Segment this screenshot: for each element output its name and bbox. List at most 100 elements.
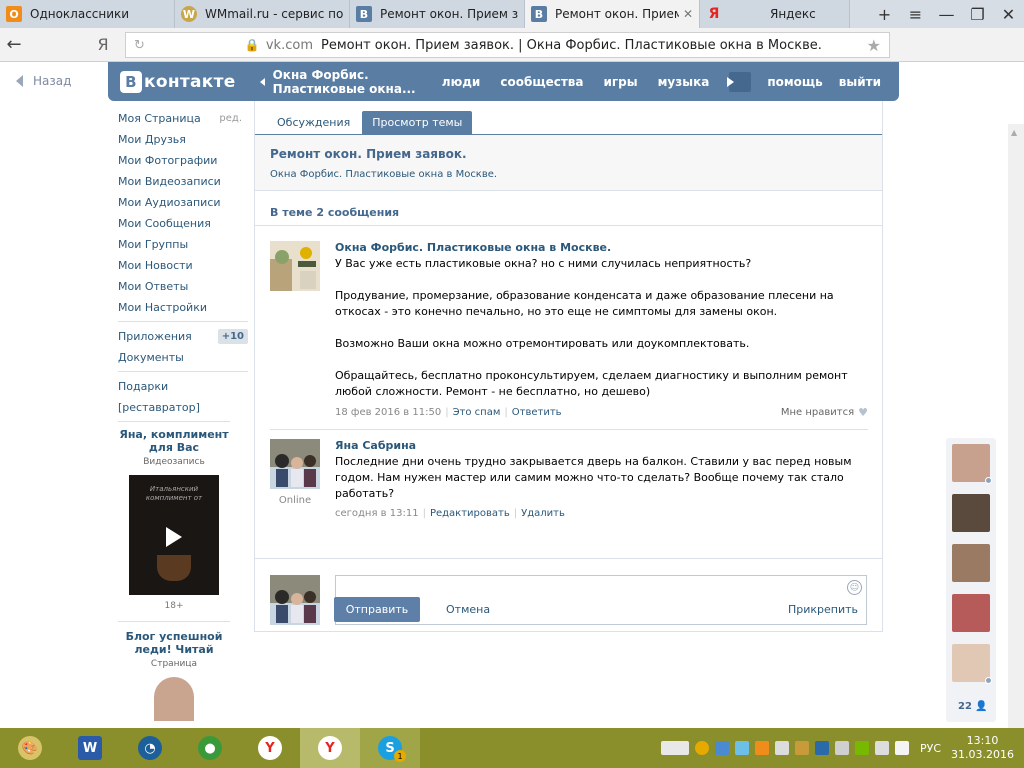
ad-video-thumbnail[interactable]: Итальянский комплимент от: [129, 475, 219, 595]
sidebar-item-settings[interactable]: Мои Настройки: [118, 297, 248, 318]
address-field[interactable]: ↻ 🔒 vk.com Ремонт окон. Прием заявок. | …: [125, 32, 890, 58]
post-body: Яна Сабрина Последние дни очень трудно з…: [335, 439, 868, 519]
sidebar-item-my-page[interactable]: Моя Страница ред.: [118, 108, 248, 129]
tab-discussions[interactable]: Обсуждения: [267, 111, 360, 134]
browser-tab-active[interactable]: В Ремонт окон. Прием заявок. ✕: [525, 0, 700, 28]
friend-avatar[interactable]: [952, 644, 992, 684]
send-button[interactable]: Отправить: [334, 597, 420, 622]
keyboard-icon[interactable]: [660, 741, 689, 755]
taskbar-word[interactable]: W: [60, 728, 120, 768]
attach-button[interactable]: Прикрепить: [788, 603, 858, 616]
taskbar-skype[interactable]: S1: [360, 728, 420, 768]
post-date[interactable]: сегодня в 13:11: [335, 508, 419, 519]
sidebar-item-documents[interactable]: Документы: [118, 347, 248, 368]
language-indicator[interactable]: РУС: [920, 742, 941, 755]
sidebar-item-groups[interactable]: Мои Группы: [118, 234, 248, 255]
new-tab-icon[interactable]: +: [869, 0, 900, 28]
sidebar-ad-blog[interactable]: Блог успешной леди! Читай Страница: [118, 630, 230, 721]
nav-back-group[interactable]: Окна Форбис. Пластиковые окна...: [259, 68, 426, 96]
menu-icon[interactable]: ≡: [900, 0, 931, 28]
search-tray-icon[interactable]: [814, 741, 829, 755]
browser-tab[interactable]: В Ремонт окон. Прием заявок.: [350, 0, 525, 28]
restore-icon[interactable]: ❐: [962, 0, 993, 28]
edit-link[interactable]: Редактировать: [430, 508, 510, 519]
close-tab-icon[interactable]: ✕: [679, 7, 693, 21]
vk-logo[interactable]: В контакте: [120, 70, 236, 93]
play-icon[interactable]: [166, 527, 182, 547]
like-button[interactable]: Мне нравится ♥: [781, 406, 868, 419]
sidebar-ad-video[interactable]: Яна, комплимент для Вас Видеозапись Итал…: [118, 428, 230, 611]
avatar[interactable]: [270, 241, 320, 291]
tab-view-topic[interactable]: Просмотр темы: [362, 111, 473, 134]
spam-link[interactable]: Это спам: [453, 407, 501, 418]
minimize-icon[interactable]: —: [931, 0, 962, 28]
nav-help[interactable]: помощь: [767, 75, 822, 89]
ok-tray-icon[interactable]: [754, 741, 769, 755]
sidebar-item-gifts[interactable]: Подарки: [118, 376, 248, 397]
edit-link[interactable]: ред.: [219, 113, 242, 124]
battery-icon[interactable]: [874, 741, 889, 755]
browser-tab[interactable]: О Одноклассники: [0, 0, 175, 28]
taskbar-paint[interactable]: 🎨: [0, 728, 60, 768]
clock[interactable]: 13:10 31.03.2016: [951, 734, 1014, 762]
sync-icon[interactable]: [734, 741, 749, 755]
reload-icon[interactable]: ↻: [134, 38, 145, 53]
sidebar-item-apps[interactable]: Приложения +10: [118, 326, 248, 347]
taskbar-yandex-active[interactable]: Y: [300, 728, 360, 768]
friends-count[interactable]: 22 👤: [958, 701, 988, 712]
nav-people[interactable]: люди: [442, 75, 481, 89]
avatar[interactable]: [270, 439, 320, 489]
post-author[interactable]: Окна Форбис. Пластиковые окна в Москве.: [335, 241, 868, 254]
sidebar-item-news[interactable]: Мои Новости: [118, 255, 248, 276]
post-author[interactable]: Яна Сабрина: [335, 439, 868, 452]
browser-tab[interactable]: Я Яндекс: [700, 0, 850, 28]
my-avatar[interactable]: [270, 575, 320, 625]
topic-group-link[interactable]: Окна Форбис. Пластиковые окна в Москве.: [270, 169, 867, 180]
sidebar-item-videos[interactable]: Мои Видеозаписи: [118, 171, 248, 192]
storage-icon[interactable]: [834, 741, 849, 755]
nvidia-icon[interactable]: [854, 741, 869, 755]
friend-avatar[interactable]: [952, 544, 990, 582]
nav-communities[interactable]: сообщества: [500, 75, 583, 89]
scroll-up-icon[interactable]: ▲: [1011, 128, 1017, 137]
emoji-icon[interactable]: ☺: [847, 580, 862, 595]
post-date[interactable]: 18 фев 2016 в 11:50: [335, 407, 441, 418]
audio-play-button[interactable]: [726, 71, 752, 92]
cancel-button[interactable]: Отмена: [446, 603, 490, 616]
sidebar-item-answers[interactable]: Мои Ответы: [118, 276, 248, 297]
ad-title[interactable]: Яна, комплимент для Вас: [118, 428, 230, 454]
apps-count-badge[interactable]: +10: [217, 329, 248, 344]
sidebar-item-audio[interactable]: Мои Аудиозаписи: [118, 192, 248, 213]
taskbar-yandex[interactable]: Y: [240, 728, 300, 768]
nav-games[interactable]: игры: [604, 75, 638, 89]
close-window-icon[interactable]: ✕: [993, 0, 1024, 28]
flag-icon[interactable]: [894, 741, 909, 755]
friend-avatar[interactable]: [952, 494, 990, 532]
friend-avatar[interactable]: [952, 594, 990, 632]
sidebar-item-restorer[interactable]: [реставратор]: [118, 397, 248, 418]
ad-title[interactable]: Блог успешной леди! Читай: [118, 630, 230, 656]
camera-icon[interactable]: [714, 741, 729, 755]
reply-link[interactable]: Ответить: [512, 407, 562, 418]
lock-icon: 🔒: [244, 38, 260, 52]
vk-back-link[interactable]: Назад: [16, 74, 71, 88]
friend-avatar[interactable]: [952, 444, 992, 484]
notification-icon[interactable]: [694, 741, 709, 755]
page-scrollbar[interactable]: ▲ ▼: [1008, 124, 1024, 728]
yandex-logo-icon[interactable]: Я: [88, 35, 118, 54]
delete-link[interactable]: Удалить: [521, 508, 565, 519]
app-tray-icon[interactable]: [794, 741, 809, 755]
taskbar-speedtest[interactable]: ◔: [120, 728, 180, 768]
browser-back-icon[interactable]: ←: [2, 34, 26, 55]
wmmail-icon: W: [181, 6, 197, 22]
nav-music[interactable]: музыка: [658, 75, 710, 89]
network-tool-icon[interactable]: [774, 741, 789, 755]
browser-tab[interactable]: W WMmail.ru - сервис почтовых: [175, 0, 350, 28]
nav-logout[interactable]: выйти: [839, 75, 881, 89]
ad-face-image[interactable]: [154, 677, 194, 721]
bookmark-star-icon[interactable]: ★: [867, 36, 881, 55]
sidebar-item-messages[interactable]: Мои Сообщения: [118, 213, 248, 234]
taskbar-chrome[interactable]: ●: [180, 728, 240, 768]
sidebar-item-photos[interactable]: Мои Фотографии: [118, 150, 248, 171]
sidebar-item-friends[interactable]: Мои Друзья: [118, 129, 248, 150]
